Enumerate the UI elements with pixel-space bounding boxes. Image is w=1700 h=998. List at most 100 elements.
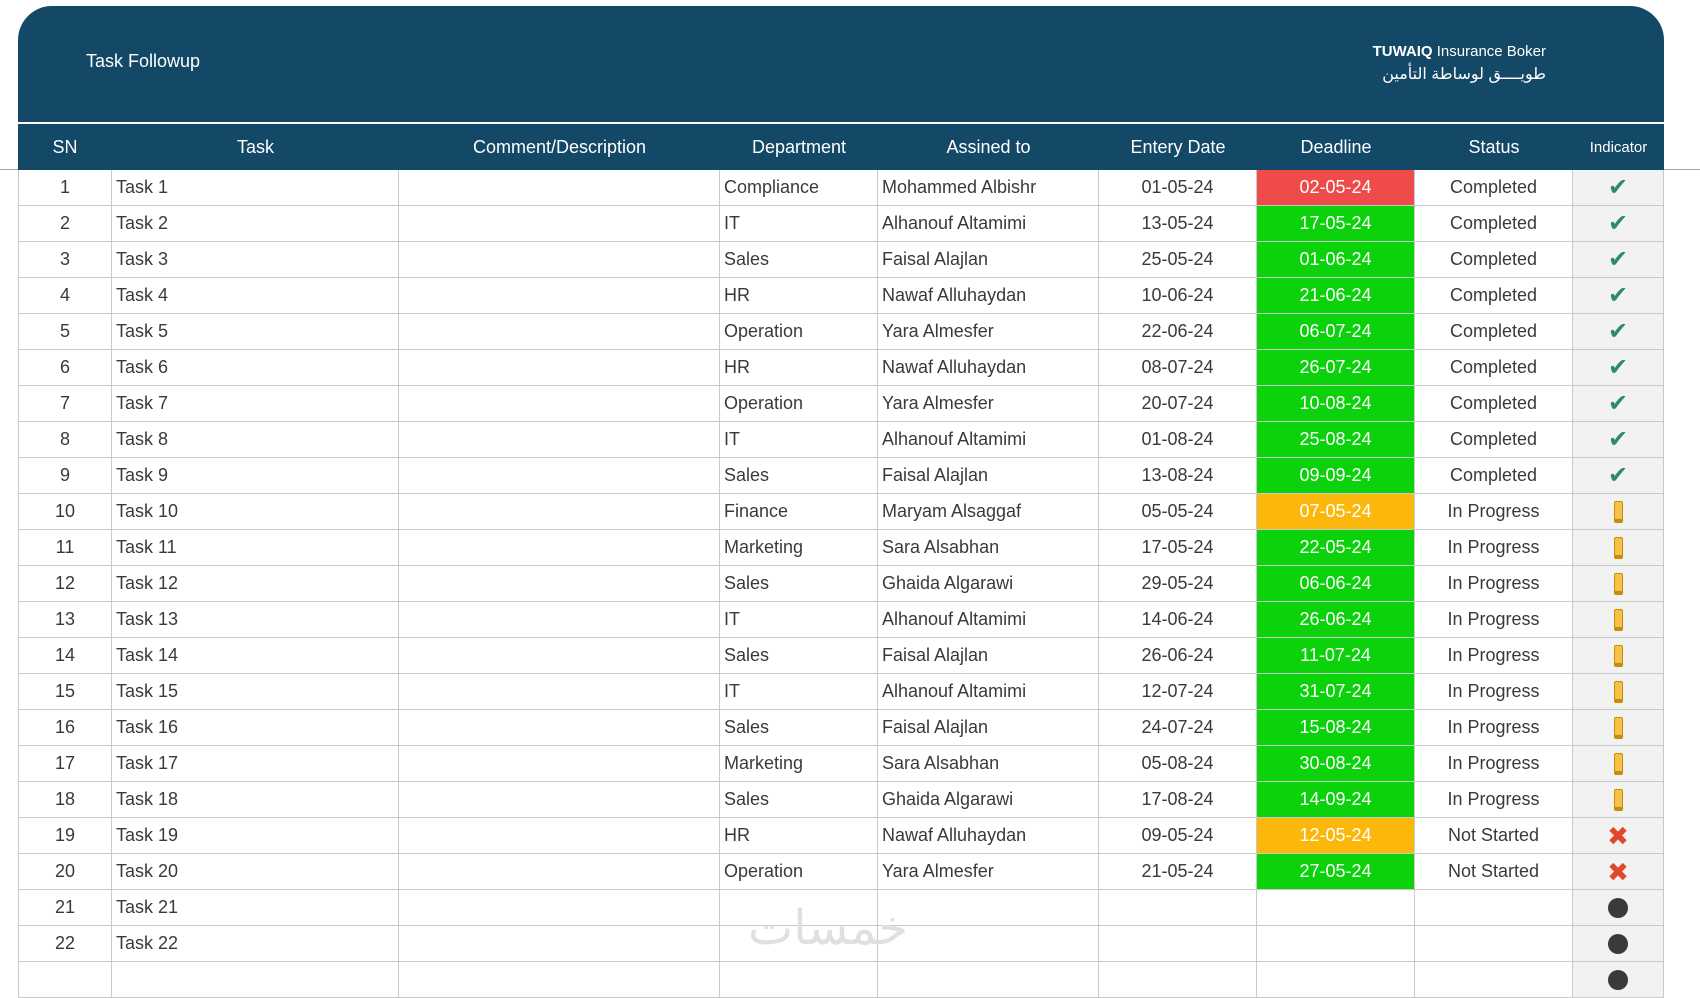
cell-task[interactable]: Task 9 [112, 458, 399, 494]
cell-assigned[interactable]: Sara Alsabhan [878, 530, 1099, 566]
cell-department[interactable]: HR [720, 278, 878, 314]
cell-deadline[interactable]: 01-06-24 [1257, 242, 1415, 278]
cell-indicator[interactable]: ✖ [1573, 854, 1664, 890]
column-header-comment[interactable]: Comment/Description [399, 124, 720, 170]
cell-sn[interactable]: 5 [18, 314, 112, 350]
cell-assigned[interactable]: Maryam Alsaggaf [878, 494, 1099, 530]
column-header-status[interactable]: Status [1415, 124, 1573, 170]
cell-entry-date[interactable]: 17-05-24 [1099, 530, 1257, 566]
cell-deadline[interactable]: 26-06-24 [1257, 602, 1415, 638]
cell-indicator[interactable] [1573, 746, 1664, 782]
cell-assigned[interactable] [878, 962, 1099, 998]
cell-indicator[interactable]: ✔ [1573, 314, 1664, 350]
cell-task[interactable]: Task 16 [112, 710, 399, 746]
cell-assigned[interactable]: Faisal Alajlan [878, 242, 1099, 278]
cell-task[interactable]: Task 2 [112, 206, 399, 242]
cell-status[interactable]: In Progress [1415, 530, 1573, 566]
cell-task[interactable]: Task 13 [112, 602, 399, 638]
cell-indicator[interactable] [1573, 638, 1664, 674]
cell-comment[interactable] [399, 314, 720, 350]
cell-comment[interactable] [399, 422, 720, 458]
cell-deadline[interactable]: 10-08-24 [1257, 386, 1415, 422]
cell-entry-date[interactable]: 29-05-24 [1099, 566, 1257, 602]
cell-entry-date[interactable]: 20-07-24 [1099, 386, 1257, 422]
cell-department[interactable] [720, 962, 878, 998]
cell-task[interactable]: Task 4 [112, 278, 399, 314]
cell-department[interactable]: Operation [720, 854, 878, 890]
cell-indicator[interactable]: ✔ [1573, 350, 1664, 386]
cell-assigned[interactable] [878, 890, 1099, 926]
cell-department[interactable]: Operation [720, 386, 878, 422]
cell-task[interactable]: Task 15 [112, 674, 399, 710]
cell-deadline[interactable]: 06-07-24 [1257, 314, 1415, 350]
cell-comment[interactable] [399, 602, 720, 638]
cell-sn[interactable]: 19 [18, 818, 112, 854]
cell-comment[interactable] [399, 890, 720, 926]
cell-sn[interactable]: 8 [18, 422, 112, 458]
cell-entry-date[interactable]: 17-08-24 [1099, 782, 1257, 818]
cell-deadline[interactable]: 11-07-24 [1257, 638, 1415, 674]
cell-sn[interactable]: 12 [18, 566, 112, 602]
column-header-indicator[interactable]: Indicator [1573, 124, 1664, 170]
cell-deadline[interactable] [1257, 890, 1415, 926]
cell-assigned[interactable]: Faisal Alajlan [878, 710, 1099, 746]
cell-assigned[interactable]: Nawaf Alluhaydan [878, 818, 1099, 854]
cell-comment[interactable] [399, 710, 720, 746]
cell-status[interactable]: In Progress [1415, 782, 1573, 818]
cell-status[interactable] [1415, 890, 1573, 926]
cell-status[interactable]: Completed [1415, 170, 1573, 206]
cell-sn[interactable] [18, 962, 112, 998]
cell-status[interactable]: Not Started [1415, 818, 1573, 854]
cell-entry-date[interactable]: 01-08-24 [1099, 422, 1257, 458]
cell-indicator[interactable]: ✔ [1573, 386, 1664, 422]
cell-sn[interactable]: 16 [18, 710, 112, 746]
cell-comment[interactable] [399, 386, 720, 422]
cell-assigned[interactable]: Sara Alsabhan [878, 746, 1099, 782]
cell-deadline[interactable]: 06-06-24 [1257, 566, 1415, 602]
cell-entry-date[interactable]: 13-05-24 [1099, 206, 1257, 242]
cell-task[interactable]: Task 14 [112, 638, 399, 674]
cell-entry-date[interactable] [1099, 962, 1257, 998]
cell-department[interactable]: Sales [720, 566, 878, 602]
cell-deadline[interactable]: 02-05-24 [1257, 170, 1415, 206]
cell-comment[interactable] [399, 350, 720, 386]
cell-deadline[interactable]: 17-05-24 [1257, 206, 1415, 242]
cell-assigned[interactable]: Alhanouf Altamimi [878, 674, 1099, 710]
cell-entry-date[interactable]: 01-05-24 [1099, 170, 1257, 206]
cell-sn[interactable]: 14 [18, 638, 112, 674]
cell-indicator[interactable] [1573, 566, 1664, 602]
cell-status[interactable]: In Progress [1415, 602, 1573, 638]
cell-entry-date[interactable]: 05-08-24 [1099, 746, 1257, 782]
cell-sn[interactable]: 11 [18, 530, 112, 566]
cell-assigned[interactable]: Alhanouf Altamimi [878, 422, 1099, 458]
cell-comment[interactable] [399, 746, 720, 782]
cell-indicator[interactable]: ✔ [1573, 458, 1664, 494]
cell-comment[interactable] [399, 854, 720, 890]
cell-sn[interactable]: 2 [18, 206, 112, 242]
cell-assigned[interactable]: Alhanouf Altamimi [878, 206, 1099, 242]
cell-assigned[interactable]: Ghaida Algarawi [878, 566, 1099, 602]
cell-department[interactable]: Compliance [720, 170, 878, 206]
cell-deadline[interactable]: 27-05-24 [1257, 854, 1415, 890]
cell-sn[interactable]: 13 [18, 602, 112, 638]
cell-indicator[interactable]: ✔ [1573, 170, 1664, 206]
cell-department[interactable]: Marketing [720, 746, 878, 782]
cell-indicator[interactable]: ✔ [1573, 422, 1664, 458]
cell-department[interactable]: IT [720, 206, 878, 242]
cell-entry-date[interactable]: 25-05-24 [1099, 242, 1257, 278]
cell-sn[interactable]: 7 [18, 386, 112, 422]
cell-sn[interactable]: 21 [18, 890, 112, 926]
cell-indicator[interactable]: ✔ [1573, 242, 1664, 278]
cell-entry-date[interactable]: 26-06-24 [1099, 638, 1257, 674]
cell-task[interactable]: Task 17 [112, 746, 399, 782]
cell-deadline[interactable] [1257, 962, 1415, 998]
cell-entry-date[interactable]: 08-07-24 [1099, 350, 1257, 386]
cell-sn[interactable]: 20 [18, 854, 112, 890]
cell-task[interactable]: Task 1 [112, 170, 399, 206]
cell-task[interactable]: Task 20 [112, 854, 399, 890]
cell-task[interactable]: Task 10 [112, 494, 399, 530]
cell-indicator[interactable] [1573, 530, 1664, 566]
cell-comment[interactable] [399, 170, 720, 206]
column-header-task[interactable]: Task [112, 124, 399, 170]
cell-indicator[interactable] [1573, 926, 1664, 962]
